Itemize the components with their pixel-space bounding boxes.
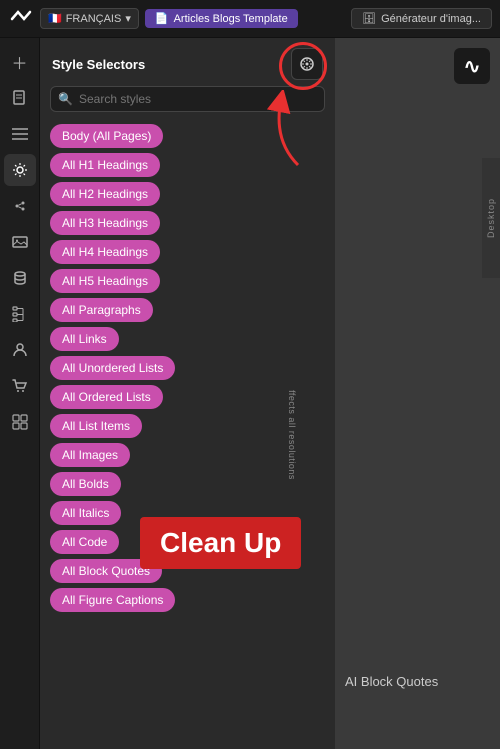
sidebar-icon-media[interactable]	[4, 190, 36, 222]
selector-captions[interactable]: All Figure Captions	[50, 588, 175, 612]
bottom-text-item: AI Block Quotes	[345, 674, 438, 689]
selectors-list: ffects all resolutions Body (All Pages) …	[40, 120, 335, 749]
selector-bolds[interactable]: All Bolds	[50, 472, 121, 496]
selector-italics[interactable]: All Italics	[50, 501, 121, 525]
desktop-label: Desktop	[486, 198, 496, 238]
search-container: 🔍	[40, 86, 335, 120]
sidebar-icon-components[interactable]	[4, 406, 36, 438]
selector-links[interactable]: All Links	[50, 327, 119, 351]
panel-title: Style Selectors	[52, 57, 145, 72]
tab-secondary-label: Générateur d'imag...	[381, 13, 481, 25]
wix-logo-mark: ∿	[454, 48, 490, 84]
sidebar-icon-hierarchy[interactable]	[4, 298, 36, 330]
sidebar-icon-add[interactable]: ＋	[4, 46, 36, 78]
sidebar-icon-cart[interactable]	[4, 370, 36, 402]
sidebar-icon-user[interactable]	[4, 334, 36, 366]
selector-list-items[interactable]: All List Items	[50, 414, 142, 438]
selector-blockquotes[interactable]: All Block Quotes	[50, 559, 162, 583]
sidebar-icon-image[interactable]	[4, 226, 36, 258]
db-icon: 🗄	[362, 12, 376, 25]
selector-h1[interactable]: All H1 Headings	[50, 153, 160, 177]
sidebar-icon-database[interactable]	[4, 262, 36, 294]
selector-ordered[interactable]: All Ordered Lists	[50, 385, 163, 409]
selector-h4[interactable]: All H4 Headings	[50, 240, 160, 264]
sidebar-icon-pages[interactable]	[4, 82, 36, 114]
rotated-label: ffects all resolutions	[287, 390, 297, 480]
chevron-down-icon: ▾	[125, 12, 131, 25]
flag-icon: 🇫🇷	[48, 12, 62, 25]
main-layout: ＋	[0, 38, 500, 749]
icon-sidebar: ＋	[0, 38, 40, 749]
selector-h5[interactable]: All H5 Headings	[50, 269, 160, 293]
selector-h3[interactable]: All H3 Headings	[50, 211, 160, 235]
panel-header: Style Selectors	[40, 38, 335, 86]
sidebar-icon-styles[interactable]	[4, 154, 36, 186]
selector-unordered[interactable]: All Unordered Lists	[50, 356, 175, 380]
right-area: ∿ Desktop AI Block Quotes	[335, 38, 500, 749]
sidebar-icon-menu[interactable]	[4, 118, 36, 150]
selector-h2[interactable]: All H2 Headings	[50, 182, 160, 206]
wix-mark-symbol: ∿	[464, 54, 481, 79]
search-wrapper: 🔍	[50, 86, 325, 112]
selector-images[interactable]: All Images	[50, 443, 130, 467]
tab-articles-blogs[interactable]: 📄 Articles Blogs Template	[145, 9, 298, 28]
selector-code[interactable]: All Code	[50, 530, 119, 554]
selector-paragraphs[interactable]: All Paragraphs	[50, 298, 153, 322]
clean-icon-button[interactable]	[291, 48, 323, 80]
tab-active-label: Articles Blogs Template	[174, 13, 288, 25]
doc-icon: 📄	[155, 12, 169, 25]
lang-label: FRANÇAIS	[66, 13, 122, 25]
search-icon: 🔍	[58, 92, 73, 106]
top-bar: 🇫🇷 FRANÇAIS ▾ 📄 Articles Blogs Template …	[0, 0, 500, 38]
selector-body[interactable]: Body (All Pages)	[50, 124, 163, 148]
wix-logo	[8, 6, 34, 32]
search-input[interactable]	[50, 86, 325, 112]
language-selector[interactable]: 🇫🇷 FRANÇAIS ▾	[40, 8, 139, 29]
tab-generator[interactable]: 🗄 Générateur d'imag...	[351, 8, 492, 29]
desktop-stripe: Desktop	[482, 158, 500, 278]
style-panel: Style Selectors 🔍	[40, 38, 335, 749]
